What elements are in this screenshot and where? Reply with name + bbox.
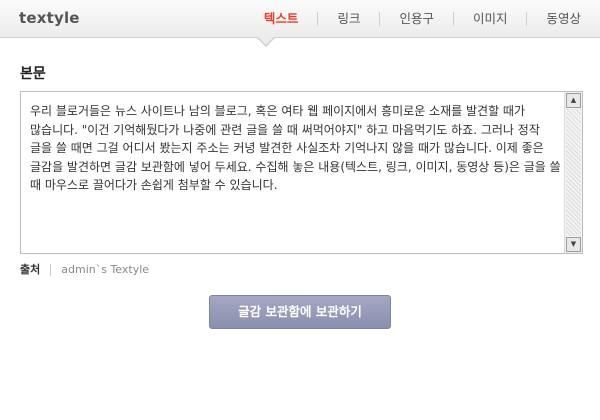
source-value: admin`s Textyle (61, 263, 150, 276)
tab-quote[interactable]: 인용구 (379, 12, 453, 26)
scroll-track[interactable] (566, 109, 581, 236)
arrow-up-icon[interactable]: ▲ (566, 93, 581, 108)
arrow-down-icon[interactable]: ▼ (566, 237, 581, 252)
section-title: 본문 (20, 66, 46, 82)
save-to-clip-button[interactable]: 글감 보관함에 보관하기 (209, 295, 391, 329)
body-textarea[interactable]: 우리 블로거들은 뉴스 사이트나 남의 블로그, 혹은 여타 웹 페이지에서 흥… (20, 91, 583, 254)
tab-text[interactable]: 텍스트 (245, 12, 318, 26)
source-row: 출처 admin`s Textyle (20, 263, 149, 276)
tab-link[interactable]: 링크 (317, 12, 379, 26)
tab-video[interactable]: 동영상 (526, 12, 600, 26)
body-text[interactable]: 우리 블로거들은 뉴스 사이트나 남의 블로그, 혹은 여타 웹 페이지에서 흥… (30, 102, 562, 195)
active-tab-pointer (258, 37, 274, 45)
tab-image[interactable]: 이미지 (452, 12, 527, 26)
vertical-scrollbar[interactable]: ▲ ▼ (564, 92, 582, 253)
tab-nav: 텍스트 링크 인용구 이미지 동영상 (245, 0, 600, 38)
top-bar: textyle 텍스트 링크 인용구 이미지 동영상 (0, 0, 600, 38)
source-label: 출처 (20, 263, 52, 276)
logo: textyle (19, 9, 80, 27)
